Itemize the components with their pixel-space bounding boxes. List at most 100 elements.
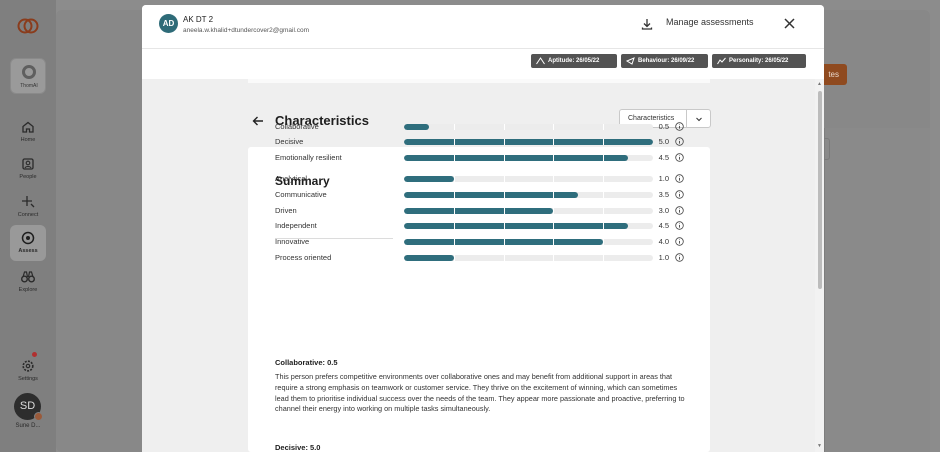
score-bar-tick	[603, 208, 605, 214]
score-bar-tick	[503, 255, 505, 261]
score-bar-fill	[404, 176, 454, 182]
info-icon[interactable]	[675, 190, 684, 199]
score-bar-tick	[503, 155, 505, 161]
score-bar-tick	[503, 208, 505, 214]
info-icon[interactable]	[675, 153, 684, 162]
brand-logo-icon[interactable]	[16, 14, 40, 38]
score-bar-tick	[603, 176, 605, 182]
manage-assessments-button[interactable]: Manage assessments	[666, 17, 754, 27]
score-bar-fill	[404, 139, 653, 145]
characteristic-label: Decisive	[275, 137, 304, 146]
tag-aptitude[interactable]: Aptitude: 26/05/22	[531, 54, 617, 68]
summary-row: Collaborative 0.5	[275, 121, 690, 133]
score-bar-fill	[404, 192, 579, 198]
user-status-badge	[34, 412, 43, 421]
info-icon[interactable]	[675, 137, 684, 146]
summary-row: Decisive 5.0	[275, 136, 690, 148]
score-bar-track	[404, 155, 653, 161]
aptitude-icon	[536, 57, 545, 65]
modal-header: AD AK DT 2 aneela.w.khalid+dtundercover2…	[142, 5, 824, 49]
info-icon[interactable]	[675, 122, 684, 131]
score-bar-tick	[603, 192, 605, 198]
score-bar-tick	[453, 255, 455, 261]
score-bar-tick	[453, 155, 455, 161]
score-value: 1.0	[658, 174, 669, 183]
score-bar-tick	[553, 176, 555, 182]
scrollbar-thumb[interactable]	[818, 91, 822, 289]
tag-label: Personality: 26/05/22	[729, 58, 789, 64]
chevron-down-icon[interactable]	[695, 115, 703, 123]
detail-description: This person prefers competitive environm…	[275, 372, 685, 414]
characteristic-label: Analytical	[275, 174, 308, 183]
score-bar-tick	[503, 192, 505, 198]
sidebar-item-settings[interactable]: Settings	[0, 353, 56, 389]
sidebar-item-label: Connect	[17, 212, 39, 218]
download-icon[interactable]	[640, 17, 654, 31]
candidate-avatar: AD	[159, 14, 178, 33]
score-bar-track	[404, 223, 653, 229]
score-bar-track	[404, 139, 653, 145]
score-bar-tick	[553, 255, 555, 261]
score-bar-tick	[603, 124, 605, 130]
score-bar-track	[404, 176, 653, 182]
characteristic-label: Independent	[275, 221, 317, 230]
score-bar-tick	[553, 208, 555, 214]
close-icon[interactable]	[783, 17, 796, 30]
tag-label: Behaviour: 26/09/22	[638, 58, 695, 64]
scroll-up-icon[interactable]: ▲	[817, 81, 822, 87]
score-bar-tick	[553, 192, 555, 198]
sidebar-item-label: Settings	[18, 376, 38, 382]
info-icon[interactable]	[675, 253, 684, 262]
home-icon	[22, 121, 34, 133]
back-arrow-icon[interactable]	[252, 115, 264, 127]
characteristic-label: Collaborative	[275, 122, 319, 131]
score-value: 1.0	[658, 253, 669, 262]
sidebar-item-home[interactable]: Home	[0, 114, 56, 150]
candidate-name: AK DT 2	[183, 15, 214, 24]
summary-row: Driven 3.0	[275, 205, 690, 217]
sidebar-item-connect[interactable]: Connect	[0, 189, 56, 225]
score-bar-track	[404, 208, 653, 214]
score-value: 3.0	[658, 206, 669, 215]
tag-personality[interactable]: Personality: 26/05/22	[712, 54, 806, 68]
score-value: 3.5	[658, 190, 669, 199]
score-bar-tick	[453, 239, 455, 245]
modal-body: Characteristics Characteristics Summary …	[142, 79, 824, 452]
score-bar-tick	[503, 239, 505, 245]
org-logo-icon	[22, 65, 36, 79]
next-detail-title: Decisive: 5.0	[275, 443, 321, 452]
binoculars-icon	[21, 271, 35, 283]
candidate-email: aneela.w.khalid+dtundercover2@gmail.com	[183, 27, 310, 34]
score-bar-tick	[453, 192, 455, 198]
sidebar-item-assess[interactable]: Assess	[0, 225, 56, 261]
score-bar-tick	[603, 239, 605, 245]
score-bar-tick	[453, 208, 455, 214]
summary-row: Communicative 3.5	[275, 189, 690, 201]
info-icon[interactable]	[675, 221, 684, 230]
score-bar-track	[404, 124, 653, 130]
tag-behaviour[interactable]: Behaviour: 26/09/22	[621, 54, 708, 68]
score-bar-tick	[553, 239, 555, 245]
score-value: 4.5	[658, 221, 669, 230]
info-icon[interactable]	[675, 237, 684, 246]
score-bar-tick	[453, 124, 455, 130]
sidebar-item-people[interactable]: People	[0, 151, 56, 187]
characteristic-label: Emotionally resilient	[275, 153, 342, 162]
score-bar-tick	[503, 176, 505, 182]
scroll-down-icon[interactable]: ▼	[817, 443, 822, 449]
score-bar-track	[404, 239, 653, 245]
sidebar-item-label: Explore	[18, 287, 38, 293]
score-bar-tick	[553, 155, 555, 161]
info-icon[interactable]	[675, 206, 684, 215]
score-bar-track	[404, 255, 653, 261]
score-bar-fill	[404, 155, 629, 161]
sidebar-item-explore[interactable]: Explore	[0, 264, 56, 300]
score-bar-tick	[553, 124, 555, 130]
assess-icon	[21, 231, 35, 245]
org-switcher[interactable]: ThomAI	[10, 58, 46, 94]
assessment-tags: Aptitude: 26/05/22 Behaviour: 26/09/22 P…	[142, 49, 824, 79]
score-bar-track	[404, 192, 653, 198]
info-icon[interactable]	[675, 174, 684, 183]
score-bar-tick	[603, 255, 605, 261]
score-bar-tick	[453, 223, 455, 229]
